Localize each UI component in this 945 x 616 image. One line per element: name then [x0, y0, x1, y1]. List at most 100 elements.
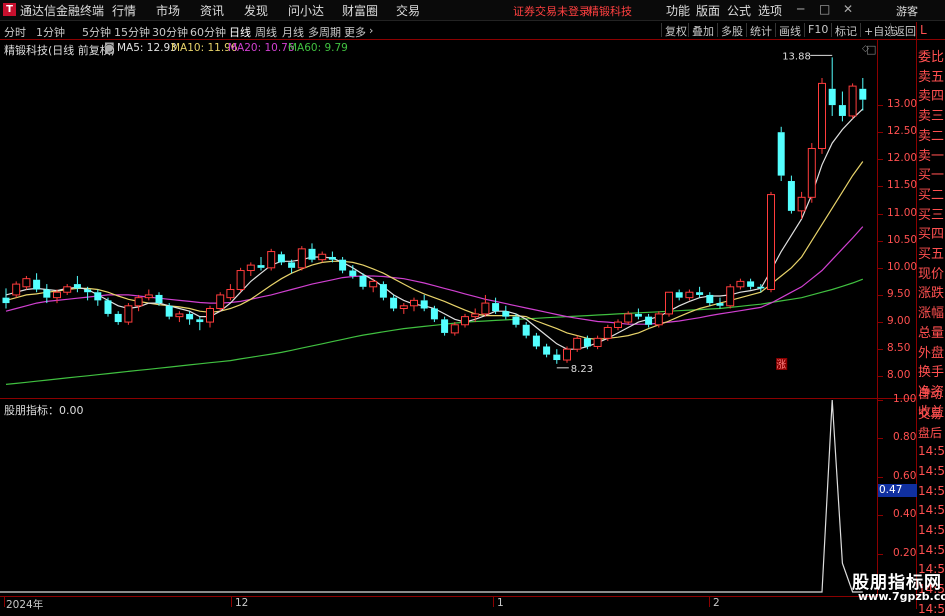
period-tab-monthly[interactable]: 月线 — [282, 24, 304, 40]
tool-overlay[interactable]: 叠加 — [688, 23, 717, 38]
period-tab-multi[interactable]: 多周期 — [308, 24, 341, 40]
tick-panel-item[interactable]: 交易 — [918, 405, 945, 422]
period-tab-weekly[interactable]: 周线 — [255, 24, 277, 40]
menu-wealth[interactable]: 财富圈 — [342, 2, 378, 19]
candle[interactable] — [441, 316, 449, 336]
guest-user[interactable]: 游客 — [896, 3, 918, 19]
candle[interactable] — [828, 57, 836, 116]
candle[interactable] — [246, 262, 255, 276]
candle[interactable] — [114, 311, 122, 325]
candle[interactable] — [787, 175, 795, 214]
candle[interactable] — [73, 275, 81, 293]
candle[interactable] — [22, 275, 31, 290]
candle[interactable] — [645, 313, 653, 328]
tick-panel-item[interactable]: 自动 — [918, 385, 945, 402]
candle[interactable] — [675, 289, 683, 301]
tick-panel-item[interactable]: 盘后 — [918, 424, 945, 441]
candle[interactable] — [318, 251, 327, 263]
candle[interactable] — [716, 297, 724, 309]
candle[interactable] — [226, 284, 235, 301]
candle[interactable] — [144, 289, 153, 301]
candle[interactable] — [134, 294, 143, 312]
candle[interactable] — [2, 288, 10, 309]
menu-market[interactable]: 市场 — [156, 2, 180, 19]
candle[interactable] — [461, 313, 469, 328]
tool-back[interactable]: 返回 — [890, 23, 919, 38]
tool-adjust[interactable]: 复权 — [661, 23, 690, 38]
candle[interactable] — [390, 294, 398, 312]
close-pane-icon[interactable]: □ — [866, 43, 876, 56]
menu-quotes[interactable]: 行情 — [112, 2, 136, 19]
tool-f10[interactable]: F10 — [804, 23, 831, 37]
candle[interactable] — [206, 305, 214, 328]
close-icon[interactable]: ✕ — [843, 2, 853, 16]
candle[interactable] — [216, 292, 225, 312]
candle[interactable] — [297, 246, 306, 271]
candle[interactable] — [797, 191, 806, 219]
candle[interactable] — [777, 126, 785, 182]
candlestick-chart[interactable]: 13.88 8.23 涨 — [0, 40, 878, 398]
tool-draw[interactable]: 画线 — [775, 23, 804, 38]
candle[interactable] — [696, 286, 704, 298]
candle[interactable] — [267, 248, 276, 271]
candle[interactable] — [634, 308, 642, 320]
menu-layout[interactable]: 版面 — [696, 2, 720, 19]
period-tab-30min[interactable]: 30分钟 — [152, 24, 188, 40]
candle[interactable] — [522, 322, 530, 339]
candle[interactable] — [553, 349, 561, 364]
candle[interactable] — [124, 303, 133, 325]
candle[interactable] — [859, 77, 867, 111]
candle[interactable] — [654, 311, 663, 328]
candle[interactable] — [706, 292, 714, 306]
indicator-chart[interactable] — [0, 399, 878, 596]
period-tab-5min[interactable]: 5分钟 — [82, 24, 111, 40]
candle[interactable] — [399, 303, 408, 314]
candle[interactable] — [308, 243, 316, 263]
candle[interactable] — [236, 267, 245, 293]
candle[interactable] — [593, 335, 602, 350]
candle[interactable] — [665, 291, 673, 317]
candle[interactable] — [277, 251, 285, 266]
candle[interactable] — [573, 335, 582, 352]
candle[interactable] — [818, 77, 826, 154]
tool-mark[interactable]: 标记 — [831, 23, 860, 38]
candle[interactable] — [563, 346, 571, 363]
candle[interactable] — [379, 281, 387, 301]
maximize-icon[interactable]: □ — [819, 2, 830, 16]
candle[interactable] — [410, 297, 418, 312]
period-tab-15min[interactable]: 15分钟 — [114, 24, 150, 40]
candle[interactable] — [339, 256, 347, 274]
period-tab-1min[interactable]: 1分钟 — [36, 24, 65, 40]
candle[interactable] — [175, 311, 184, 323]
candle[interactable] — [543, 343, 551, 358]
chevron-right-icon[interactable]: › — [369, 24, 373, 37]
candle[interactable] — [104, 297, 112, 317]
candle[interactable] — [12, 281, 21, 298]
candle[interactable] — [532, 332, 540, 350]
candle[interactable] — [94, 289, 102, 306]
period-tab-daily[interactable]: 日线 — [229, 24, 251, 40]
menu-function[interactable]: 功能 — [666, 2, 690, 19]
candle[interactable] — [420, 294, 428, 312]
period-tab-60min[interactable]: 60分钟 — [190, 24, 226, 40]
menu-trade[interactable]: 交易 — [396, 2, 420, 19]
candle[interactable] — [450, 322, 459, 336]
candle[interactable] — [257, 256, 265, 271]
candle[interactable] — [736, 278, 745, 290]
minimize-icon[interactable]: ─ — [797, 2, 804, 16]
candle[interactable] — [614, 319, 622, 331]
menu-formula[interactable]: 公式 — [727, 2, 751, 19]
candle[interactable] — [603, 324, 612, 342]
candle[interactable] — [726, 284, 735, 309]
menu-discover[interactable]: 发现 — [244, 2, 268, 19]
candle[interactable] — [848, 83, 857, 119]
candle[interactable] — [43, 284, 51, 304]
candle[interactable] — [186, 311, 194, 325]
candle[interactable] — [502, 305, 510, 320]
candle[interactable] — [369, 278, 378, 293]
candle[interactable] — [747, 278, 755, 290]
menu-ask[interactable]: 问小达 — [288, 2, 324, 19]
tool-stats[interactable]: 统计 — [746, 23, 775, 38]
candle[interactable] — [838, 91, 846, 122]
menu-news[interactable]: 资讯 — [200, 2, 224, 19]
